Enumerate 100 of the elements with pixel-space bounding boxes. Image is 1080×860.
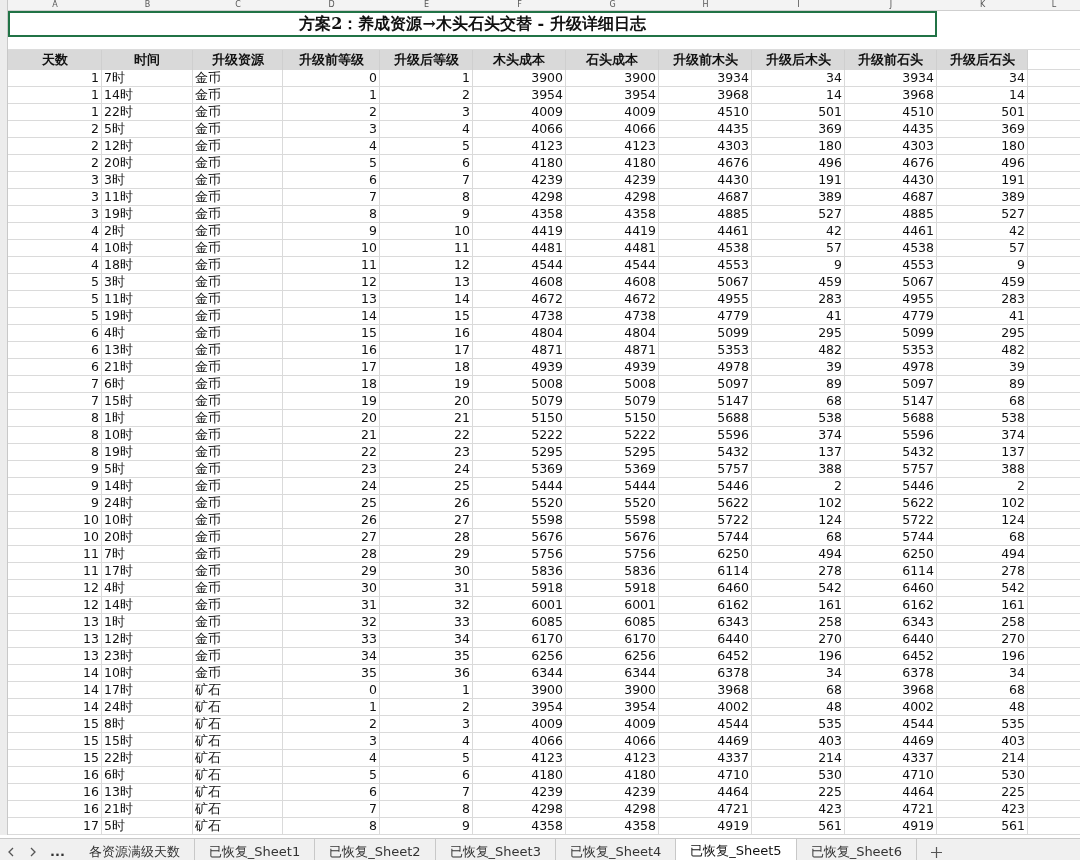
table-cell: 6 [283,172,380,189]
table-cell: 482 [937,342,1028,359]
table-cell: 48 [937,699,1028,716]
table-cell: 矿石 [193,699,283,716]
table-cell: 4298 [473,189,566,206]
table-cell: 5099 [659,325,752,342]
table-cell: 7时 [102,70,193,87]
table-cell: 9 [8,495,102,512]
table-cell: 4303 [659,138,752,155]
table-cell: 金币 [193,104,283,121]
table-cell: 5598 [473,512,566,529]
table-cell: 2 [752,478,845,495]
table-cell: 11 [8,546,102,563]
table-cell: 4123 [566,750,659,767]
table-cell: 5446 [845,478,937,495]
table-cell: 7 [283,189,380,206]
table-cell: 4时 [102,580,193,597]
table-cell: 3时 [102,274,193,291]
table-cell: 5596 [659,427,752,444]
table-cell: 16 [8,767,102,784]
sheet-tab[interactable]: 已恢复_Sheet3 [435,839,556,860]
table-cell: 金币 [193,206,283,223]
table-cell: 5520 [566,495,659,512]
table-cell: 1时 [102,614,193,631]
more-tabs-button[interactable]: ... [44,839,75,860]
table-cell: 1时 [102,410,193,427]
sheet-tab[interactable]: 已恢复_Sheet2 [315,839,436,860]
table-cell: 41 [752,308,845,325]
table-cell: 4978 [845,359,937,376]
table-cell: 5时 [102,818,193,835]
table-cell: 5008 [473,376,566,393]
table-cell: 214 [937,750,1028,767]
table-cell: 12 [380,257,473,274]
table-cell: 5222 [473,427,566,444]
table-cell: 4180 [473,155,566,172]
table-cell: 8 [283,206,380,223]
table-cell: 5353 [659,342,752,359]
table-cell: 4469 [659,733,752,750]
table-cell: 14 [8,682,102,699]
table-cell: 48 [752,699,845,716]
table-cell: 29 [380,546,473,563]
chevron-left-icon[interactable] [7,847,15,857]
table-cell: 7 [283,801,380,818]
table-cell: 金币 [193,427,283,444]
table-cell: 6085 [566,614,659,631]
table-cell: 5097 [845,376,937,393]
table-cell: 4002 [659,699,752,716]
column-letter: H [701,0,710,10]
table-cell: 矿石 [193,818,283,835]
table-cell: 9 [283,223,380,240]
sheet-tab[interactable]: 各资源满级天数 [74,839,195,860]
table-cell: 34 [380,631,473,648]
table-cell: 501 [752,104,845,121]
table-cell: 6114 [845,563,937,580]
table-cell: 4544 [566,257,659,274]
table-cell: 1 [8,87,102,104]
table-cell: 15 [8,716,102,733]
table-cell: 金币 [193,189,283,206]
table-cell: 3 [8,206,102,223]
table-cell: 矿石 [193,767,283,784]
column-letter: J [888,0,894,10]
table-cell: 14 [8,699,102,716]
table-cell: 35 [380,648,473,665]
table-cell: 矿石 [193,733,283,750]
table-cell: 68 [937,682,1028,699]
table-cell: 10时 [102,665,193,682]
chevron-right-icon[interactable] [29,847,37,857]
table-cell: 1 [8,70,102,87]
table-cell: 11 [283,257,380,274]
table-cell: 34 [283,648,380,665]
table-cell: 4337 [659,750,752,767]
table-cell: 459 [937,274,1028,291]
table-cell: 11时 [102,291,193,308]
table-cell: 494 [752,546,845,563]
table-cell: 金币 [193,291,283,308]
table-cell: 35 [283,665,380,682]
table-cell: 3968 [659,682,752,699]
table-cell: 68 [937,529,1028,546]
table-cell: 161 [937,597,1028,614]
table-cell: 374 [752,427,845,444]
table-cell: 4461 [845,223,937,240]
sheet-tab[interactable]: 已恢复_Sheet6 [796,839,917,860]
table-cell: 金币 [193,529,283,546]
sheet-tab[interactable]: 已恢复_Sheet5 [676,839,797,860]
table-cell: 6460 [659,580,752,597]
table-cell: 4337 [845,750,937,767]
table-cell: 9 [937,257,1028,274]
table-cell: 4430 [845,172,937,189]
table-cell: 11 [380,240,473,257]
table-cell: 17时 [102,682,193,699]
table-cell: 5622 [659,495,752,512]
table-cell: 4358 [473,818,566,835]
table-cell: 17 [380,342,473,359]
table-cell: 530 [937,767,1028,784]
table-cell: 5446 [659,478,752,495]
add-sheet-icon[interactable] [931,846,943,858]
table-cell: 矿石 [193,682,283,699]
sheet-tab[interactable]: 已恢复_Sheet1 [194,839,316,860]
table-cell: 6时 [102,767,193,784]
table-cell: 15 [8,733,102,750]
